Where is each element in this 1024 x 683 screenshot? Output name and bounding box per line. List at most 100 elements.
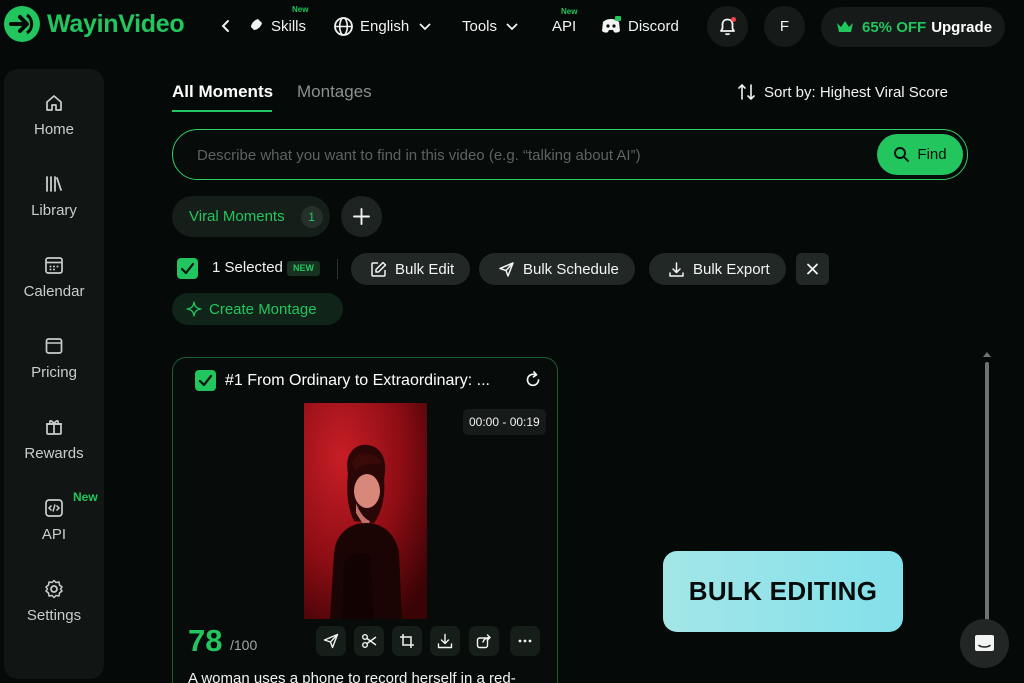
sidebar-item-rewards[interactable]: Rewards	[4, 416, 104, 486]
bulk-edit-button[interactable]: Bulk Edit	[351, 253, 471, 285]
top-bar: WayinVideo Skills New English Tools API …	[0, 0, 1024, 52]
skills-new-badge: New	[292, 5, 309, 14]
globe-icon	[334, 16, 353, 36]
viral-score-max: /100	[230, 637, 258, 653]
bulk-export-button[interactable]: Bulk Export	[649, 253, 786, 285]
calendar-icon	[45, 257, 63, 274]
card-checkbox[interactable]	[195, 370, 216, 391]
select-all-checkbox[interactable]	[177, 258, 198, 279]
add-filter-button[interactable]	[341, 196, 382, 237]
bulk-edit-label: Bulk Edit	[395, 260, 455, 278]
chat-icon	[975, 635, 994, 651]
chat-support-button[interactable]	[960, 619, 1009, 668]
crown-icon	[837, 21, 853, 32]
home-icon	[46, 95, 62, 111]
code-icon	[45, 499, 63, 517]
create-montage-label: Create Montage	[209, 300, 317, 318]
more-button[interactable]	[510, 626, 540, 656]
sidebar-item-calendar[interactable]: Calendar	[4, 254, 104, 324]
api-new-badge: New	[73, 490, 98, 504]
send-icon	[323, 633, 339, 649]
upgrade-button[interactable]: 65% OFF Upgrade	[821, 7, 1005, 47]
find-label: Find	[917, 146, 947, 163]
upgrade-discount: 65% OFF	[862, 18, 927, 36]
upgrade-label: Upgrade	[931, 18, 993, 36]
clear-selection-button[interactable]	[796, 253, 829, 285]
sidebar-item-library[interactable]: Library	[4, 173, 104, 243]
chevron-down-icon	[419, 23, 431, 31]
chip-count: 1	[300, 205, 323, 228]
library-icon	[46, 176, 62, 192]
publish-button[interactable]	[316, 626, 346, 656]
tools-menu[interactable]: Tools	[462, 13, 525, 39]
share-button[interactable]	[469, 626, 499, 656]
sidebar-item-label: Calendar	[23, 283, 85, 300]
viral-moments-chip[interactable]: Viral Moments 1	[172, 196, 330, 237]
find-button[interactable]: Find	[877, 134, 963, 175]
nav-api-label: API	[552, 17, 577, 35]
search-bar: Find	[172, 129, 968, 180]
nav-skills[interactable]: Skills	[245, 13, 306, 39]
sort-label: Sort by: Highest Viral Score	[764, 83, 948, 101]
bulk-schedule-label: Bulk Schedule	[523, 260, 619, 278]
nav-discord-label: Discord	[628, 17, 679, 35]
card-description: A woman uses a phone to record herself i…	[188, 670, 516, 683]
close-icon	[807, 263, 818, 275]
nav-skills-label: Skills	[271, 17, 307, 35]
wallet-icon	[45, 338, 63, 354]
language-label: English	[360, 17, 410, 35]
nav-api[interactable]: API	[552, 13, 576, 39]
refresh-icon[interactable]	[524, 371, 542, 389]
time-range-badge: 00:00 - 00:19	[463, 409, 546, 435]
bell-icon	[720, 18, 735, 36]
discord-icon	[602, 16, 621, 33]
scrollbar-thumb[interactable]	[985, 362, 989, 624]
tools-label: Tools	[462, 17, 498, 35]
sidebar-item-label: Library	[31, 202, 77, 219]
share-icon	[476, 634, 491, 649]
sparkle-icon	[186, 301, 202, 317]
sidebar-item-settings[interactable]: Settings	[4, 578, 104, 648]
download-icon	[669, 261, 684, 277]
bulk-schedule-button[interactable]: Bulk Schedule	[479, 253, 635, 285]
active-tab-indicator	[172, 110, 272, 112]
logo-icon	[4, 6, 40, 42]
check-icon	[180, 262, 195, 275]
sort-dropdown[interactable]: Sort by: Highest Viral Score	[737, 83, 948, 101]
tab-montages[interactable]: Montages	[297, 82, 372, 102]
language-select[interactable]: English	[333, 13, 438, 39]
selected-count: 1 Selected	[212, 259, 283, 276]
chip-label: Viral Moments	[189, 208, 285, 225]
search-input[interactable]	[197, 143, 877, 167]
viral-score: 78	[188, 623, 223, 658]
sidebar-item-home[interactable]: Home	[4, 92, 104, 162]
create-montage-button[interactable]: Create Montage	[172, 293, 343, 325]
sidebar-item-label: Rewards	[24, 445, 84, 462]
sidebar-item-label: Settings	[26, 607, 82, 624]
api-new-badge: New	[561, 7, 578, 16]
user-avatar[interactable]: F	[764, 6, 805, 47]
download-button[interactable]	[430, 626, 460, 656]
toolbar-divider	[337, 259, 338, 279]
rocket-icon	[249, 19, 262, 32]
plus-icon	[353, 208, 370, 225]
more-icon	[518, 639, 532, 643]
scroll-up-arrow[interactable]	[983, 352, 991, 357]
search-icon	[894, 147, 910, 162]
notifications-button[interactable]	[707, 6, 748, 47]
video-thumbnail[interactable]	[304, 403, 427, 619]
sidebar-item-label: API	[41, 526, 67, 543]
crop-button[interactable]	[392, 626, 422, 656]
check-icon	[198, 374, 213, 387]
sidebar-item-pricing[interactable]: Pricing	[4, 335, 104, 405]
chevron-left-icon	[221, 20, 229, 32]
tab-all-moments[interactable]: All Moments	[172, 82, 273, 102]
gift-icon	[46, 420, 62, 435]
sidebar-item-api[interactable]: API	[4, 497, 104, 567]
back-button[interactable]	[219, 13, 239, 39]
trim-button[interactable]	[354, 626, 384, 656]
moment-card[interactable]: #1 From Ordinary to Extraordinary: ... 0…	[172, 357, 558, 683]
sidebar-item-label: Home	[33, 121, 74, 138]
nav-discord[interactable]: Discord	[600, 13, 679, 39]
app-logo[interactable]: WayinVideo	[4, 6, 185, 42]
